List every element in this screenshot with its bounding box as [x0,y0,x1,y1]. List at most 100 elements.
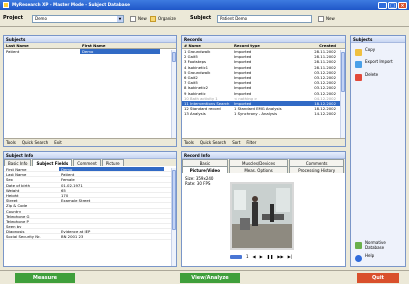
table-cell: 14.12.2002 [314,111,336,117]
field-value[interactable]: BN 2001 23 [59,234,164,238]
subject-field[interactable]: Patient Demo [217,15,312,23]
list-item[interactable]: Social Security Nr. BN 2001 23 [4,234,176,240]
subject-info-panel: Subject Info Basic Info Subject Fields C… [3,151,177,267]
table-cell: 1 Synchrony - Analysis [234,111,278,117]
field-value[interactable]: Demo [59,167,164,172]
help-button[interactable]: Help [355,253,375,264]
app-icon [3,2,9,8]
field-value[interactable] [59,203,164,207]
new-subject-label: New [326,16,335,21]
app-window: MyResearch XP - Master Mode - Subject Da… [0,0,409,284]
copy-button[interactable]: Copy [355,47,376,58]
view-analyze-button[interactable]: View/Analyze [180,273,240,283]
field-value[interactable]: 65 [59,188,164,192]
field-label: Last Name [6,172,27,177]
tab-subject-fields[interactable]: Subject Fields [32,159,73,166]
filter-button[interactable]: Filter [246,139,256,146]
field-value[interactable] [59,209,164,213]
video-controls: 1 ◀ ▶ ❚❚ ▶▶ ▶| [230,253,300,260]
records-footer: Tools Quick Search Sort Filter [182,138,345,146]
subjects-footer: Tools Quick Search Exit [4,138,176,146]
tab-comments[interactable]: Comments [289,159,344,166]
help-label: Help [365,253,375,258]
subject-info-tabs: Basic Info Subject Fields Comment Pictur… [4,159,176,166]
column-header[interactable]: First Name [80,43,160,48]
table-cell: 13 Analysis [184,111,206,117]
minimize-icon[interactable]: _ [378,1,387,9]
field-value[interactable] [59,224,164,228]
help-icon [355,255,362,262]
field-value[interactable]: Patient [59,172,164,176]
sort-button[interactable]: Sort [232,139,240,146]
column-header[interactable]: # Name [182,43,232,48]
scroll-thumb[interactable] [341,52,345,92]
chevron-down-icon: ▼ [117,16,123,22]
close-icon[interactable]: × [398,1,407,9]
table-row[interactable]: Patient Demo [4,49,176,55]
tools-button[interactable]: Tools [6,139,16,146]
subject-info-scrollbar[interactable] [171,168,176,266]
field-label: Seen by [6,224,22,229]
field-value[interactable]: 01.02.1971 [59,183,164,187]
table-cell: Demo [80,49,160,55]
records-scrollbar[interactable] [340,50,345,139]
title-bar: MyResearch XP - Master Mode - Subject Da… [0,0,409,10]
field-value[interactable] [59,219,164,223]
record-info-tabs-row2: Picture/Video Meas. Options Processing H… [182,166,345,173]
field-label: Social Security Nr. [6,234,41,239]
field-value[interactable]: Female [59,177,164,181]
subjects-panel: Subjects Last Name First Name Patient De… [3,35,177,147]
tab-basic-info[interactable]: Basic Info [4,159,32,166]
field-label: Street [6,198,18,203]
measure-label: Measure [32,275,58,281]
field-label: Telephone P [6,218,29,224]
new-project-label: New [138,16,147,21]
video-rate: Rate: 30 FPS [185,181,211,186]
quick-search-button[interactable]: Quick Search [22,139,48,146]
tools-button[interactable]: Tools [184,139,194,146]
new-project-button[interactable]: New [130,15,147,23]
field-value[interactable]: 170 [59,193,164,197]
delete-button[interactable]: Delete [355,72,378,83]
column-header[interactable]: Last Name [4,43,80,48]
end-icon[interactable]: ▶| [288,253,292,260]
maximize-icon[interactable]: □ [388,1,397,9]
normative-database-button[interactable]: Normative Database [355,240,403,251]
measure-button[interactable]: Measure [15,273,75,283]
column-header[interactable]: Created [296,43,336,48]
field-label: Height [6,192,19,198]
column-header[interactable]: Record type [232,43,296,48]
copy-label: Copy [365,47,376,52]
field-value[interactable] [59,214,164,218]
organize-button[interactable]: Organize [150,15,176,23]
scroll-thumb[interactable] [172,52,176,62]
slider-icon[interactable] [230,254,242,259]
pause-icon[interactable]: ❚❚ [267,253,274,260]
quick-search-button[interactable]: Quick Search [200,139,226,146]
subjects-scrollbar[interactable] [171,50,176,139]
field-value[interactable]: Evidence at IEP [59,229,164,233]
play-icon[interactable]: ▶ [260,253,263,260]
tab-meas-options[interactable]: Meas. Options [228,166,289,173]
tab-processing-history[interactable]: Processing History [289,166,344,173]
tab-basic[interactable]: Basic [182,159,228,166]
field-value[interactable]: Example Street [59,198,164,202]
project-select[interactable]: Demo ▼ [32,15,124,23]
video-player[interactable] [230,182,294,250]
tab-muscles-devices[interactable]: Muscles/Devices [228,159,289,166]
scroll-thumb[interactable] [172,170,176,230]
step-back-icon[interactable]: ◀ [253,253,256,260]
table-row[interactable]: 13 Analysis 1 Synchrony - Analysis 14.12.2… [182,111,345,116]
step-forward-icon[interactable]: ▶▶ [277,253,283,260]
field-label: Country [6,208,22,213]
new-subject-button[interactable]: New [318,15,335,23]
actions-panel-title: Subjects [351,36,405,43]
exit-button[interactable]: Exit [54,139,62,146]
tab-picture-video[interactable]: Picture/Video [182,166,228,173]
tab-picture[interactable]: Picture [101,159,124,166]
export-import-button[interactable]: Export Import [355,59,395,70]
tab-comment[interactable]: Comment [73,159,101,166]
quit-button[interactable]: Quit [357,273,399,283]
subject-info-title: Subject Info [4,152,176,159]
subject-fields-table: First Name Demo Last Name Patient Sex Female D… [4,166,176,240]
